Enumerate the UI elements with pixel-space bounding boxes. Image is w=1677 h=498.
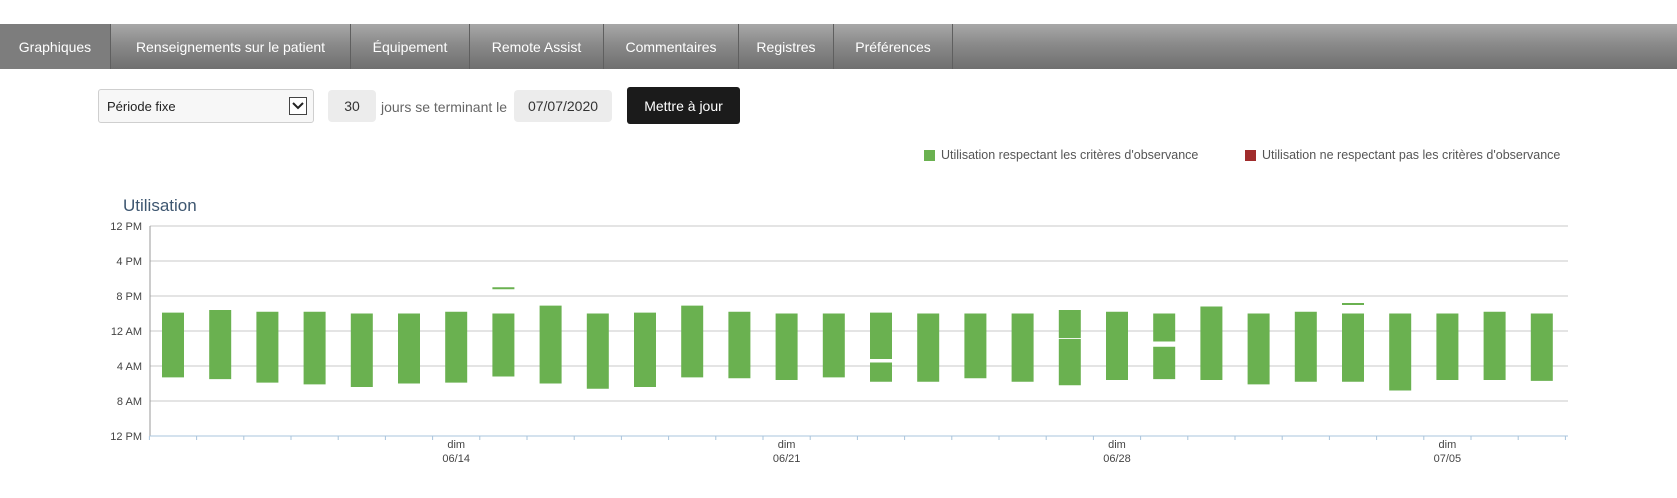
x-tick-label-date: 06/14 xyxy=(442,453,470,465)
y-tick-label: 12 AM xyxy=(111,326,142,338)
usage-bar xyxy=(303,311,326,385)
usage-chart: 12 PM 4 PM 8 PM 12 AM 4 AM 8 AM 12 PM dim 06/14 d… xyxy=(110,221,1568,465)
usage-bar xyxy=(1389,313,1412,391)
usage-bar xyxy=(775,313,798,380)
usage-bar xyxy=(1294,311,1317,382)
usage-bar xyxy=(1200,306,1223,380)
usage-bar xyxy=(917,313,940,382)
x-tick-label-day: dim xyxy=(778,439,796,451)
y-tick-label: 12 PM xyxy=(110,221,142,233)
y-tick-label: 4 PM xyxy=(116,256,142,268)
usage-bar xyxy=(398,313,420,384)
usage-bar xyxy=(445,311,468,383)
usage-bar xyxy=(870,312,892,359)
usage-bar xyxy=(1058,310,1081,338)
usage-bar xyxy=(492,287,515,290)
y-tick-label: 8 AM xyxy=(117,396,142,408)
usage-bar xyxy=(1436,313,1459,380)
y-tick-label: 4 AM xyxy=(117,361,142,373)
x-tick-label-date: 06/28 xyxy=(1103,453,1131,465)
usage-bar xyxy=(822,313,845,378)
usage-bar xyxy=(1106,311,1128,380)
usage-bar xyxy=(256,311,279,383)
usage-bar xyxy=(964,313,987,379)
usage-bar xyxy=(209,310,232,380)
usage-bar xyxy=(586,313,609,389)
usage-bar xyxy=(1011,313,1034,382)
y-tick-label: 12 PM xyxy=(110,431,142,443)
usage-bar xyxy=(1342,303,1364,305)
usage-bar xyxy=(1342,313,1364,382)
usage-bar xyxy=(634,312,656,387)
x-tick-label-date: 07/05 xyxy=(1434,453,1462,465)
usage-bar xyxy=(492,313,515,377)
usage-bar xyxy=(539,305,562,384)
usage-bar xyxy=(1058,338,1081,386)
x-tick-label-day: dim xyxy=(447,439,465,451)
usage-bar xyxy=(1530,313,1553,381)
usage-bar xyxy=(681,305,704,378)
usage-bar xyxy=(1153,313,1176,342)
usage-bar xyxy=(1153,346,1176,380)
usage-bar xyxy=(728,311,751,379)
y-tick-label: 8 PM xyxy=(116,291,142,303)
usage-bar xyxy=(1483,311,1506,380)
usage-bar xyxy=(350,313,373,387)
x-tick-label-date: 06/21 xyxy=(773,453,801,465)
x-tick-label-day: dim xyxy=(1439,439,1457,451)
usage-bar xyxy=(870,362,892,382)
x-tick-label-day: dim xyxy=(1108,439,1126,451)
usage-bar xyxy=(1247,313,1270,385)
usage-bar xyxy=(162,312,184,378)
